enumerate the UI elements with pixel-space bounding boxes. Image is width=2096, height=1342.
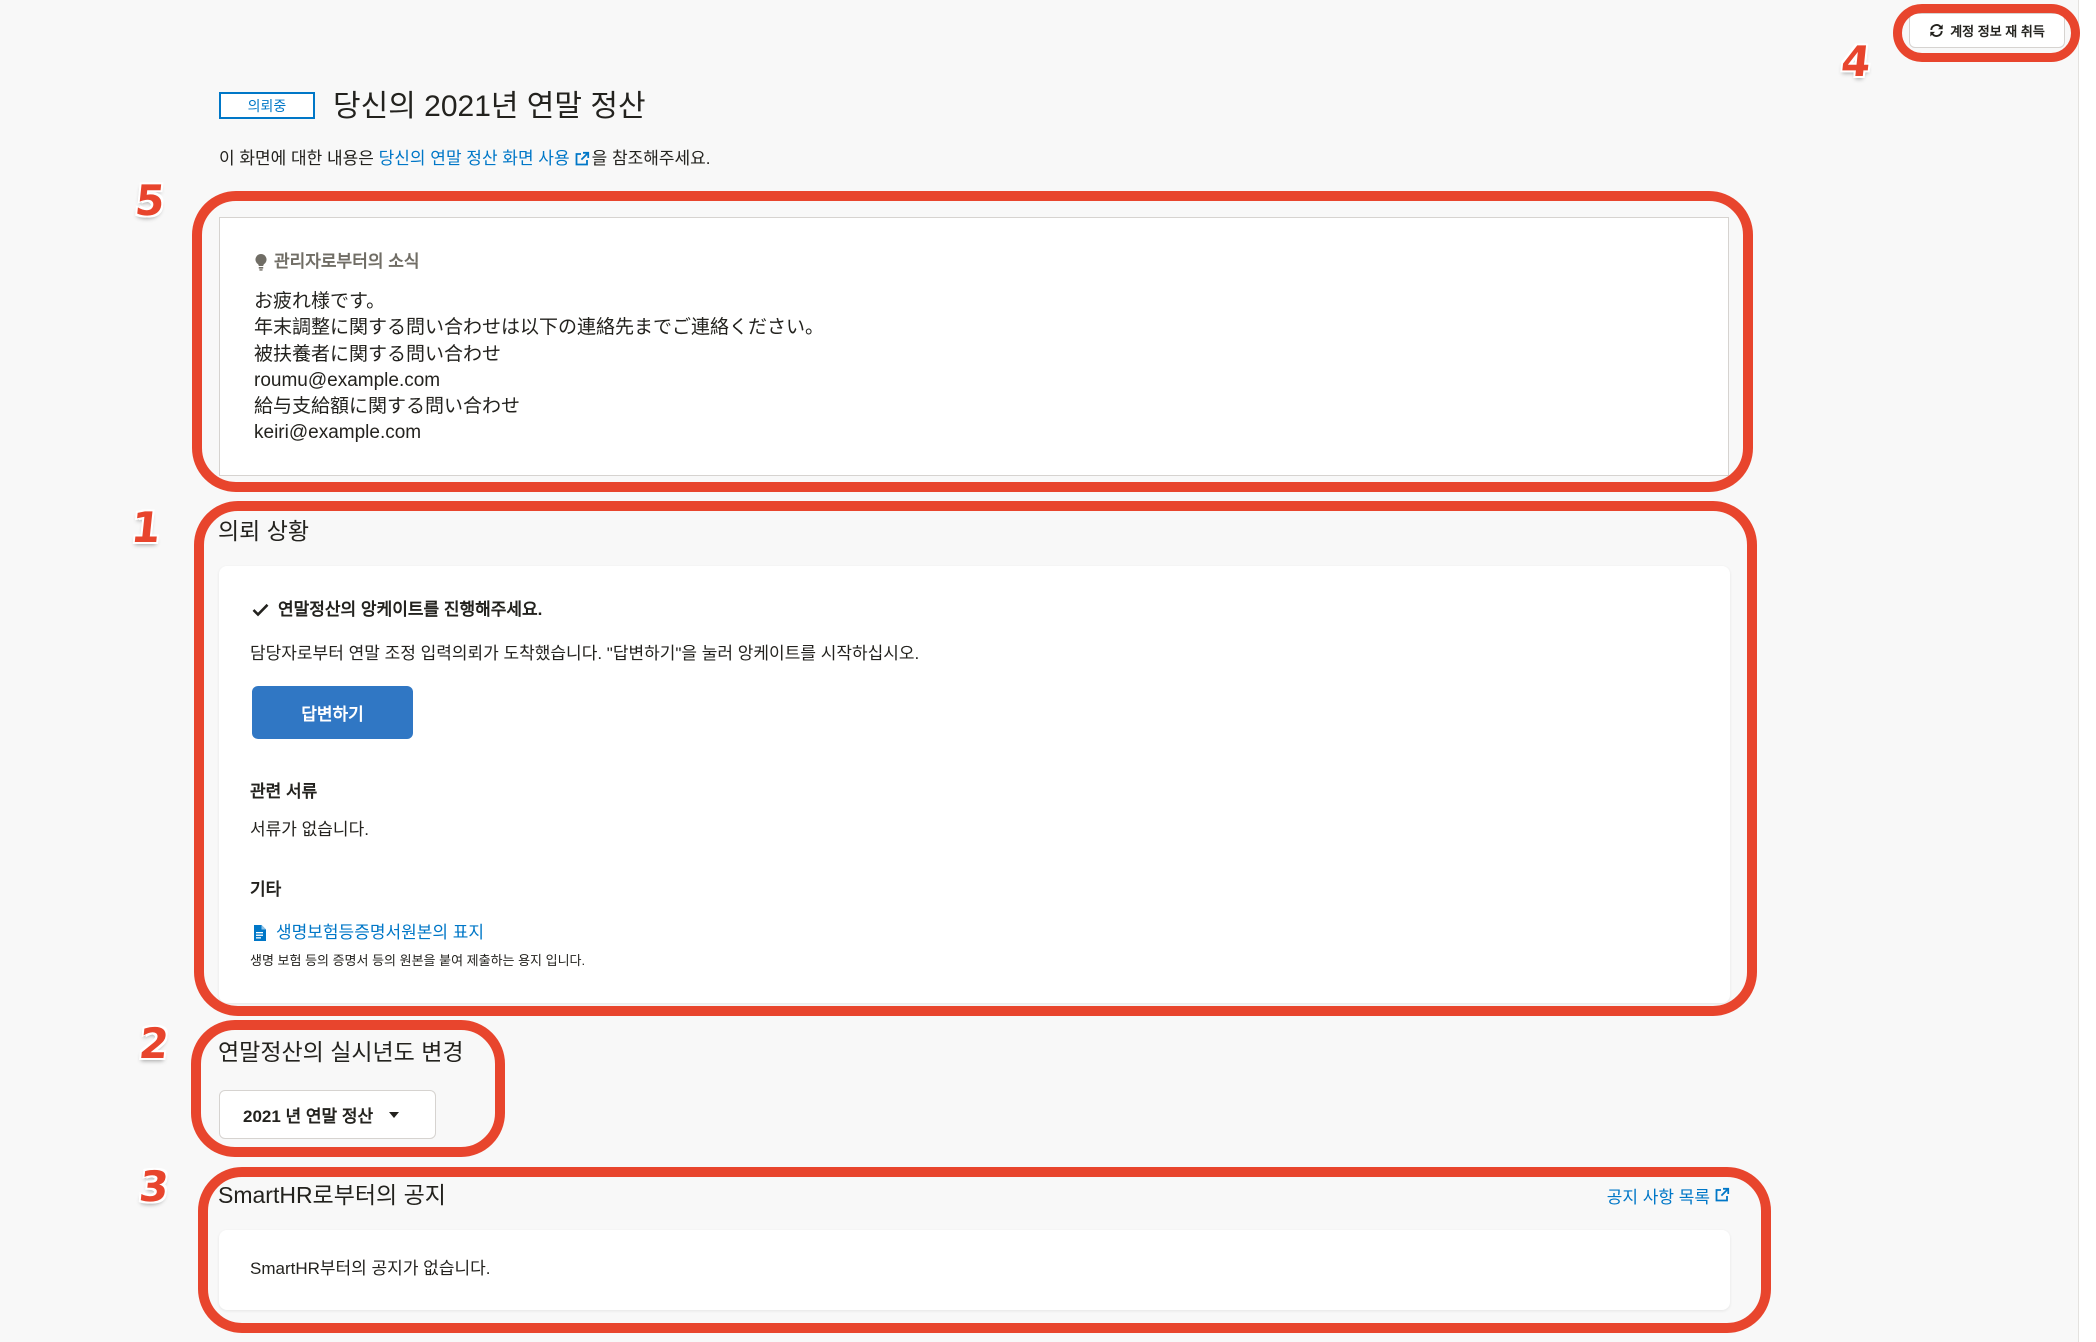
notice-line: お疲れ様です。 (254, 291, 386, 312)
year-select-dropdown[interactable]: 2021 년 연말 정산 (219, 1090, 436, 1139)
window-edge (2078, 0, 2096, 1342)
other-document-description: 생명 보험 등의 증명서 등의 원본을 붙여 제출하는 용지 입니다. (250, 953, 586, 968)
help-link[interactable]: 당신의 연말 정산 화면 사용 (379, 148, 570, 170)
notice-line: 被扶養者に関する問い合わせ (254, 343, 502, 365)
annotation-number: 5 (132, 176, 168, 225)
lightbulb-icon (254, 253, 268, 271)
refresh-icon (1929, 23, 1944, 38)
document-icon (253, 925, 266, 941)
request-status-card: 연말정산의 앙케이트를 진행해주세요. 담당자로부터 연말 조정 입력의뢰가 도… (219, 566, 1730, 1003)
task-title: 연말정산의 앙케이트를 진행해주세요. (252, 599, 542, 621)
help-prefix: 이 화면에 대한 내용은 (219, 149, 379, 168)
admin-notice-title: 관리자로부터의 소식 (274, 252, 420, 271)
page-title: 당신의 2021년 연말 정산 (333, 90, 646, 123)
other-heading: 기타 (250, 880, 282, 899)
external-link-icon[interactable] (574, 151, 590, 167)
refresh-account-button[interactable]: 계정 정보 재 취득 (1909, 13, 2065, 48)
notices-heading: SmartHR로부터의 공지 (218, 1182, 446, 1208)
notices-card: SmartHR부터의 공지가 없습니다. (219, 1230, 1730, 1310)
external-link-icon (1714, 1187, 1730, 1203)
other-document-link[interactable]: 생명보험등증명서원본의 표지 (276, 921, 484, 945)
related-docs-empty: 서류가 없습니다. (250, 820, 369, 839)
year-change-heading: 연말정산의 실시년도 변경 (218, 1039, 464, 1065)
admin-notice-heading: 관리자로부터의 소식 (254, 250, 419, 274)
annotation-number: 2 (136, 1019, 172, 1068)
other-document-row: 생명보험등증명서원본의 표지 (253, 921, 484, 945)
admin-notice-body: お疲れ様です。 年末調整に関する問い合わせは以下の連絡先までご連絡ください。 被… (254, 289, 824, 447)
refresh-button-label: 계정 정보 재 취득 (1950, 24, 2045, 39)
annotation-number: 3 (136, 1162, 172, 1211)
task-description: 담당자로부터 연말 조정 입력의뢰가 도착했습니다. "답변하기"을 눌러 앙케… (250, 644, 920, 663)
notices-header: SmartHR로부터의 공지 공지 사항 목록 (218, 1181, 1730, 1209)
answer-button[interactable]: 답변하기 (252, 686, 413, 739)
notice-line: roumu@example.com (254, 369, 441, 391)
annotation-number: 1 (128, 503, 164, 552)
help-text: 이 화면에 대한 내용은 당신의 연말 정산 화면 사용 을 참조해주세요. (219, 148, 711, 170)
status-badge: 의뢰중 (219, 92, 315, 119)
notices-empty-text: SmartHR부터의 공지가 없습니다. (250, 1259, 491, 1278)
year-select-value: 2021 년 연말 정산 (243, 1107, 374, 1126)
annotation-number: 4 (1838, 37, 1874, 86)
help-suffix: 을 참조해주세요. (591, 149, 711, 168)
notices-list-link[interactable]: 공지 사항 목록 (1607, 1183, 1730, 1208)
task-title-text: 연말정산의 앙케이트를 진행해주세요. (278, 600, 543, 619)
related-docs-heading: 관련 서류 (250, 782, 318, 801)
admin-notice-panel: 관리자로부터의 소식 お疲れ様です。 年末調整に関する問い合わせは以下の連絡先ま… (219, 217, 1729, 476)
notices-list-link-label: 공지 사항 목록 (1606, 1187, 1710, 1207)
notice-line: keiri@example.com (254, 422, 422, 444)
notice-line: 給与支給額に関する問い合わせ (254, 396, 521, 418)
caret-down-icon (389, 1111, 400, 1118)
check-icon (252, 603, 269, 617)
request-status-heading: 의뢰 상황 (218, 518, 310, 544)
notice-line: 年末調整に関する問い合わせは以下の連絡先までご連絡ください。 (254, 317, 825, 339)
